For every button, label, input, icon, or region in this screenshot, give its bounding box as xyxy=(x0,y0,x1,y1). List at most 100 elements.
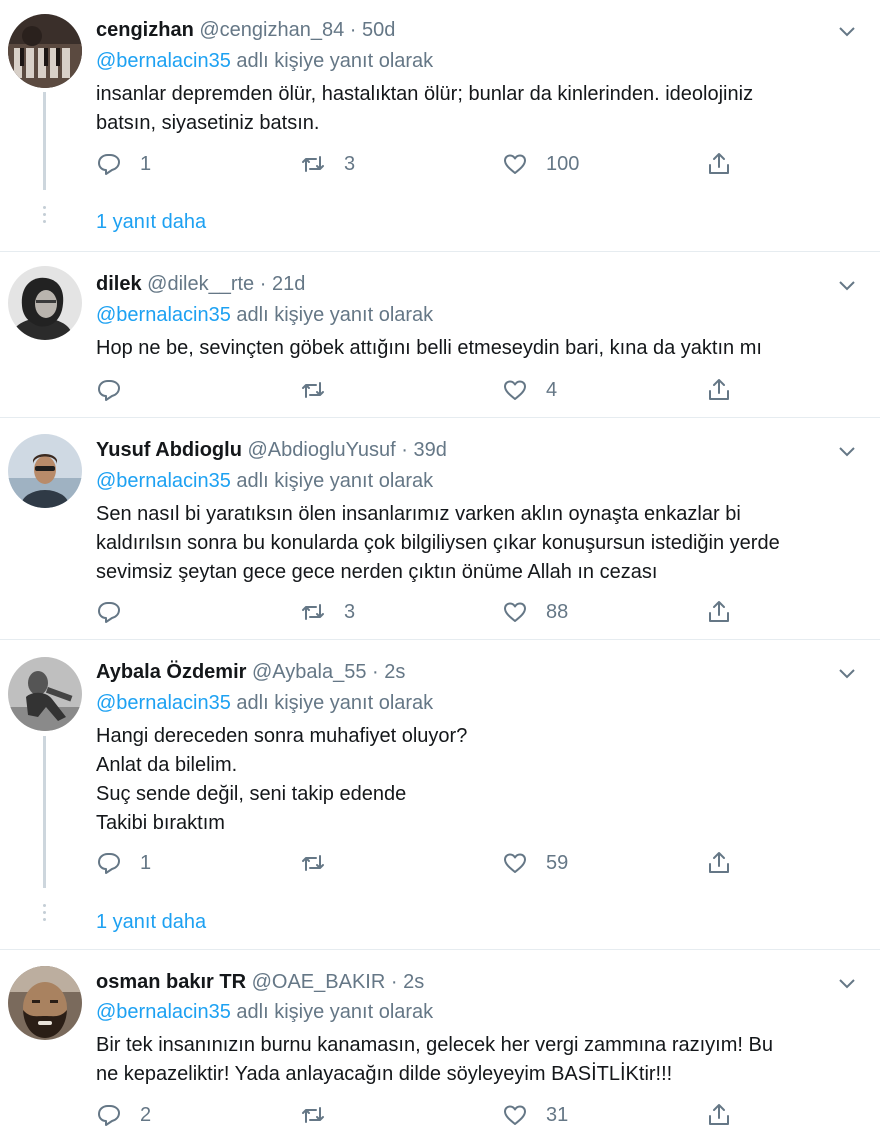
like-count: 59 xyxy=(546,851,569,874)
author-name[interactable]: dilek xyxy=(96,273,142,295)
timestamp[interactable]: 50d xyxy=(362,19,395,41)
timestamp[interactable]: 21d xyxy=(272,273,305,295)
mention-link[interactable]: @bernalacin35 xyxy=(96,50,231,72)
like-icon xyxy=(504,154,526,174)
tweet-header: osman bakır TR @OAE_BAKIR · 2s xyxy=(96,970,424,994)
separator: · xyxy=(390,971,398,993)
reply-button[interactable]: 2 xyxy=(96,1100,151,1130)
retweet-button[interactable] xyxy=(300,375,344,405)
retweet-icon xyxy=(302,382,324,398)
tweet[interactable]: cengizhan @cengizhan_84 · 50d @bernalaci… xyxy=(0,0,880,252)
retweet-button[interactable] xyxy=(300,848,344,878)
tweet-actions: 1 3 100 xyxy=(96,149,756,179)
chevron-down-icon[interactable] xyxy=(836,440,858,462)
like-button[interactable]: 100 xyxy=(502,149,579,179)
avatar[interactable] xyxy=(8,266,82,340)
retweet-icon xyxy=(302,855,324,871)
tweet[interactable]: dilek @dilek__rte · 21d @bernalacin35 ad… xyxy=(0,252,880,418)
like-button[interactable]: 59 xyxy=(502,848,568,878)
mention-link[interactable]: @bernalacin35 xyxy=(96,304,231,326)
replying-to: @bernalacin35 adlı kişiye yanıt olarak xyxy=(96,1000,433,1024)
avatar[interactable] xyxy=(8,14,82,88)
mention-link[interactable]: @bernalacin35 xyxy=(96,692,231,714)
show-more-replies[interactable]: 1 yanıt daha xyxy=(96,910,206,934)
thread-line xyxy=(43,736,46,888)
like-button[interactable]: 31 xyxy=(502,1100,568,1130)
like-count: 100 xyxy=(546,152,580,175)
reply-count: 2 xyxy=(140,1103,152,1126)
tweet-actions: 2 31 xyxy=(96,1100,756,1130)
share-button[interactable] xyxy=(706,375,732,405)
share-button[interactable] xyxy=(706,597,732,627)
separator: · xyxy=(372,661,379,683)
reply-icon xyxy=(98,1105,120,1126)
share-button[interactable] xyxy=(706,1100,732,1130)
tweet-header: Yusuf Abdioglu @AbdiogluYusuf · 39d xyxy=(96,438,447,462)
author-name[interactable]: cengizhan xyxy=(96,19,194,41)
tweet-text: Bir tek insanınızın burnu kanamasın, gel… xyxy=(96,1034,773,1085)
thread-line xyxy=(43,92,46,190)
separator: · xyxy=(349,19,357,41)
retweet-count: 3 xyxy=(344,600,356,623)
avatar[interactable] xyxy=(8,966,82,1040)
like-icon xyxy=(504,380,526,400)
timestamp[interactable]: 2s xyxy=(384,661,405,683)
author-handle[interactable]: @OAE_BAKIR xyxy=(252,971,386,993)
tweet[interactable]: Yusuf Abdioglu @AbdiogluYusuf · 39d @ber… xyxy=(0,418,880,640)
tweet-header: dilek @dilek__rte · 21d xyxy=(96,272,305,296)
share-button[interactable] xyxy=(706,149,732,179)
reply-button[interactable] xyxy=(96,375,140,405)
chevron-down-icon[interactable] xyxy=(836,20,858,42)
like-count: 4 xyxy=(546,378,558,401)
retweet-icon xyxy=(302,1107,324,1123)
author-handle[interactable]: @dilek__rte xyxy=(147,273,254,295)
reply-count: 1 xyxy=(140,152,152,175)
replying-label: adlı kişiye yanıt olarak xyxy=(236,50,434,72)
author-handle[interactable]: @Aybala_55 xyxy=(252,661,366,683)
reply-button[interactable]: 1 xyxy=(96,149,151,179)
like-icon xyxy=(504,1105,526,1125)
retweet-button[interactable] xyxy=(300,1100,344,1130)
replying-to: @bernalacin35 adlı kişiye yanıt olarak xyxy=(96,49,433,73)
avatar[interactable] xyxy=(8,434,82,508)
author-handle[interactable]: @cengizhan_84 xyxy=(199,19,344,41)
like-icon xyxy=(504,602,526,622)
share-icon xyxy=(709,852,729,873)
tweet-text: Hangi dereceden sonra muhafiyet oluyor? … xyxy=(96,725,468,834)
replying-label: adlı kişiye yanıt olarak xyxy=(236,470,434,492)
reply-button[interactable] xyxy=(96,597,140,627)
timestamp[interactable]: 2s xyxy=(403,971,424,993)
author-name[interactable]: Aybala Özdemir xyxy=(96,661,246,683)
mention-link[interactable]: @bernalacin35 xyxy=(96,470,231,492)
retweet-button[interactable]: 3 xyxy=(300,149,355,179)
timestamp[interactable]: 39d xyxy=(413,439,446,461)
mention-link[interactable]: @bernalacin35 xyxy=(96,1001,231,1023)
like-button[interactable]: 88 xyxy=(502,597,568,627)
show-more-replies[interactable]: 1 yanıt daha xyxy=(96,210,206,234)
tweet-actions: 1 59 xyxy=(96,848,756,878)
author-handle[interactable]: @AbdiogluYusuf xyxy=(247,439,395,461)
retweet-icon xyxy=(302,156,324,172)
tweet[interactable]: Aybala Özdemir @Aybala_55 · 2s @bernalac… xyxy=(0,640,880,950)
tweet[interactable]: osman bakır TR @OAE_BAKIR · 2s @bernalac… xyxy=(0,950,880,1131)
replying-label: adlı kişiye yanıt olarak xyxy=(236,304,434,326)
reply-icon xyxy=(98,602,120,623)
replying-label: adlı kişiye yanıt olarak xyxy=(236,1001,434,1023)
chevron-down-icon[interactable] xyxy=(836,972,858,994)
avatar[interactable] xyxy=(8,657,82,731)
tweet-text: insanlar depremden ölür, hastalıktan ölü… xyxy=(96,83,754,134)
tweet-text: Sen nasıl bi yaratıksın ölen insanlarımı… xyxy=(96,503,780,583)
like-button[interactable]: 4 xyxy=(502,375,557,405)
share-button[interactable] xyxy=(706,848,732,878)
chevron-down-icon[interactable] xyxy=(836,274,858,296)
author-name[interactable]: osman bakır TR xyxy=(96,971,246,993)
tweet-actions: 4 xyxy=(96,375,756,405)
chevron-down-icon[interactable] xyxy=(836,662,858,684)
retweet-button[interactable]: 3 xyxy=(300,597,355,627)
reply-button[interactable]: 1 xyxy=(96,848,151,878)
replying-label: adlı kişiye yanıt olarak xyxy=(236,692,434,714)
share-icon xyxy=(709,1104,729,1125)
author-name[interactable]: Yusuf Abdioglu xyxy=(96,439,242,461)
reply-icon xyxy=(98,154,120,175)
replying-to: @bernalacin35 adlı kişiye yanıt olarak xyxy=(96,303,433,327)
